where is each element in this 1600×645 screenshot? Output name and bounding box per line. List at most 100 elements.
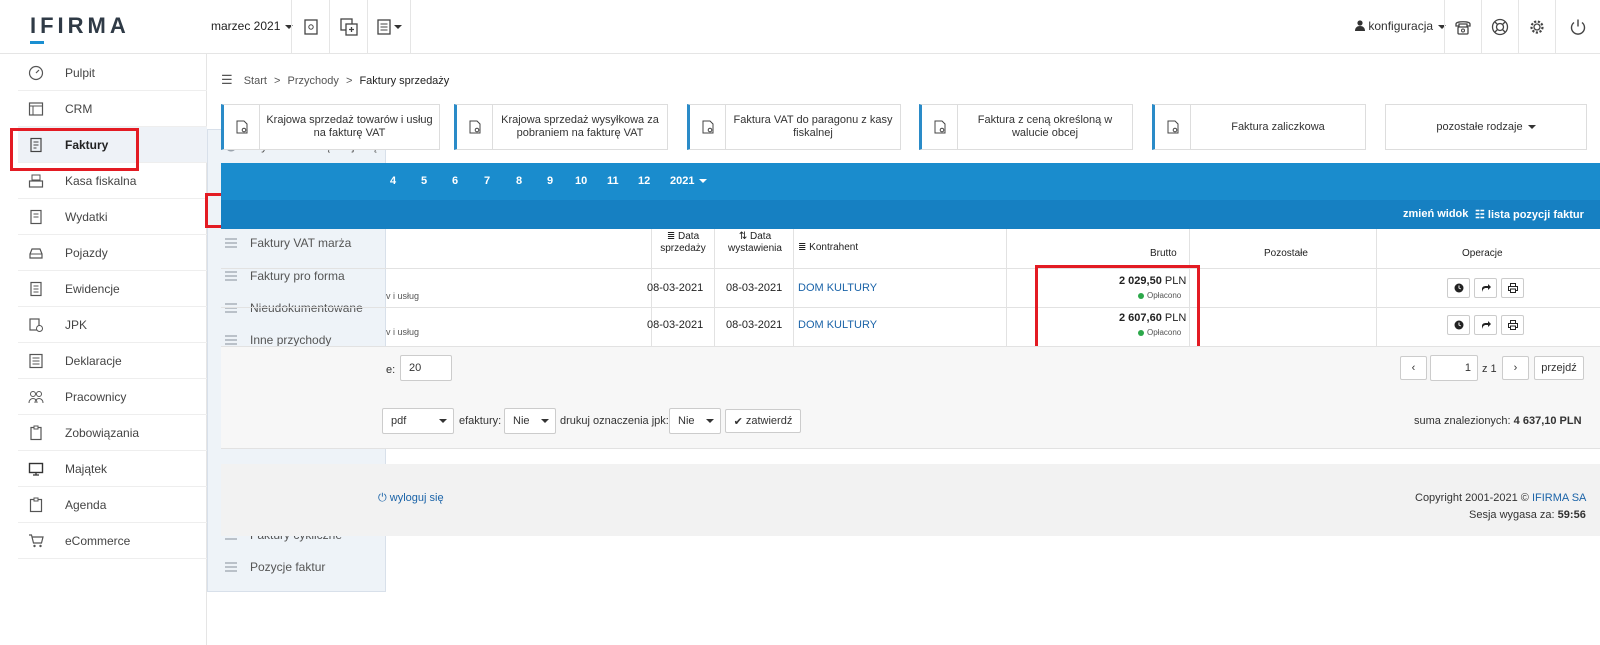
month-12[interactable]: 12	[638, 175, 650, 187]
breadcrumb-przychody[interactable]: Przychody	[288, 75, 339, 87]
forward-button[interactable]	[1474, 315, 1497, 335]
submenu-item-6[interactable]: Nieudokumentowane	[208, 292, 385, 324]
doctype-other-dropdown[interactable]: pozostałe rodzaje	[1385, 104, 1587, 150]
efaktury-select[interactable]: Nie	[504, 408, 556, 434]
sidebar-item-pojazdy[interactable]: Pojazdy	[18, 235, 207, 271]
dashboard-icon	[28, 65, 44, 81]
invoice-positions-link[interactable]: ☷ lista pozycji faktur	[1475, 208, 1584, 221]
user-menu[interactable]: konfiguracja	[1355, 19, 1447, 33]
month-10[interactable]: 10	[575, 175, 587, 187]
copyright: Copyright 2001-2021 © IFIRMA SA	[1415, 492, 1587, 504]
phone-button[interactable]	[1444, 0, 1481, 54]
change-view-link[interactable]: zmień widok	[1403, 208, 1468, 220]
page-total: z 1	[1482, 363, 1497, 375]
header-client[interactable]: ≣ Kontrahent	[798, 242, 858, 254]
sidebar-item-ewidencje[interactable]: Ewidencje	[18, 271, 207, 307]
forward-button[interactable]	[1474, 278, 1497, 298]
doctype-zaliczkowa[interactable]: Faktura zaliczkowa	[1152, 104, 1366, 150]
sidebar-item-label: Pulpit	[65, 65, 96, 80]
issue-date: 08-03-2021	[726, 319, 783, 331]
help-button[interactable]	[1481, 0, 1518, 54]
sidebar-item-pracownicy[interactable]: Pracownicy	[18, 379, 207, 415]
printer-icon	[1507, 283, 1518, 293]
header-operacje: Operacje	[1462, 248, 1503, 259]
add-document-button[interactable]	[329, 0, 367, 54]
doctype-wysylkowa[interactable]: Krajowa sprzedaż wysyłkowa za pobraniem …	[454, 104, 668, 150]
sum-found: suma znalezionych: 4 637,10 PLN	[1414, 415, 1582, 427]
sidebar-item-label: Pojazdy	[65, 245, 108, 260]
logout-link[interactable]: ⏻ wyloguj się	[378, 492, 444, 505]
document-eye-icon	[303, 19, 318, 35]
menu-icon[interactable]: ☰	[221, 72, 233, 87]
year-selector[interactable]: 2021	[670, 175, 708, 187]
doctype-paragon[interactable]: Faktura VAT do paragonu z kasy fiskalnej	[687, 104, 901, 150]
header-issue-date[interactable]: ⇅ Data wystawienia	[718, 231, 792, 255]
month-9[interactable]: 9	[547, 175, 553, 187]
share-arrow-icon	[1481, 284, 1491, 292]
sidebar-item-wydatki[interactable]: Wydatki	[18, 199, 207, 235]
print-button[interactable]	[1501, 315, 1524, 335]
go-page-button[interactable]: przejdź	[1534, 356, 1584, 380]
breadcrumb-start[interactable]: Start	[244, 75, 267, 87]
month-selector[interactable]: marzec 2021	[211, 19, 294, 33]
prev-page-button[interactable]: ‹	[1400, 356, 1427, 380]
sidebar-item-majątek[interactable]: Majątek	[18, 451, 207, 487]
month-label: marzec 2021	[211, 19, 281, 33]
submenu-item-5[interactable]: Faktury pro forma	[208, 260, 385, 292]
page-input[interactable]: 1	[1430, 355, 1478, 381]
list-icon	[225, 335, 237, 346]
doctype-waluta[interactable]: Faktura z ceną określoną w walucie obcej	[919, 104, 1133, 150]
logout-button[interactable]	[1555, 0, 1600, 54]
submenu-item-4[interactable]: Faktury VAT marża	[208, 227, 385, 259]
phone-icon	[1455, 21, 1471, 35]
submenu-item-label: Faktury VAT marża	[250, 236, 352, 251]
confirm-button[interactable]: ✔ zatwierdź	[725, 409, 801, 433]
document-gear-icon	[469, 120, 480, 134]
chevron-down-icon	[393, 25, 402, 29]
document-gear-icon	[236, 120, 247, 134]
header-brutto: Brutto	[1150, 248, 1177, 259]
sidebar-item-agenda[interactable]: Agenda	[18, 487, 207, 523]
company-link[interactable]: IFIRMA SA	[1532, 492, 1586, 504]
jpk-select[interactable]: Nie	[669, 408, 721, 434]
history-button[interactable]	[1447, 315, 1470, 335]
sidebar-item-pulpit[interactable]: Pulpit	[18, 55, 207, 91]
preview-document-button[interactable]	[291, 0, 329, 54]
history-button[interactable]	[1447, 278, 1470, 298]
next-page-button[interactable]: ›	[1502, 356, 1529, 380]
ifirma-logo[interactable]: IFIRMA	[30, 13, 130, 44]
client-link[interactable]: DOM KULTURY	[798, 282, 877, 294]
format-select[interactable]: pdf	[382, 408, 454, 434]
print-button[interactable]	[1501, 278, 1524, 298]
settings-button[interactable]	[1518, 0, 1555, 54]
list-icon	[225, 238, 237, 248]
declarations-icon	[28, 353, 44, 369]
doctype-krajowa[interactable]: Krajowa sprzedaż towarów i usług na faktu…	[221, 104, 440, 150]
doctype-label: Faktura z ceną określoną w walucie obcej	[977, 114, 1113, 139]
per-page-input[interactable]: 20	[400, 355, 452, 381]
doctype-label: Faktura VAT do paragonu z kasy fiskalnej	[733, 114, 893, 139]
sidebar-item-crm[interactable]: CRM	[18, 91, 207, 127]
month-11[interactable]: 11	[607, 175, 619, 187]
month-5[interactable]: 5	[421, 175, 427, 187]
efaktury-label: efaktury:	[459, 415, 502, 427]
sidebar-item-jpk[interactable]: JPK	[18, 307, 207, 343]
month-7[interactable]: 7	[484, 175, 490, 187]
lifebuoy-icon	[1491, 18, 1509, 36]
clock-icon	[1454, 283, 1463, 293]
sidebar-item-label: Ewidencje	[65, 281, 120, 296]
sort-desc-icon: ⇅	[738, 231, 751, 242]
client-link[interactable]: DOM KULTURY	[798, 319, 877, 331]
month-8[interactable]: 8	[516, 175, 522, 187]
view-bar	[221, 200, 1600, 229]
submenu-item-14[interactable]: Pozycje faktur	[208, 551, 385, 583]
documents-menu-button[interactable]	[367, 0, 411, 54]
month-4[interactable]: 4	[390, 175, 396, 187]
document-gear-icon	[1167, 120, 1178, 134]
sidebar-item-label: Deklaracje	[65, 353, 122, 368]
sidebar-item-ecommerce[interactable]: eCommerce	[18, 523, 207, 559]
sidebar-item-zobowiązania[interactable]: Zobowiązania	[18, 415, 207, 451]
month-6[interactable]: 6	[452, 175, 458, 187]
sidebar-item-deklaracje[interactable]: Deklaracje	[18, 343, 207, 379]
header-sale-date[interactable]: ≣ Data sprzedaży	[655, 231, 711, 255]
